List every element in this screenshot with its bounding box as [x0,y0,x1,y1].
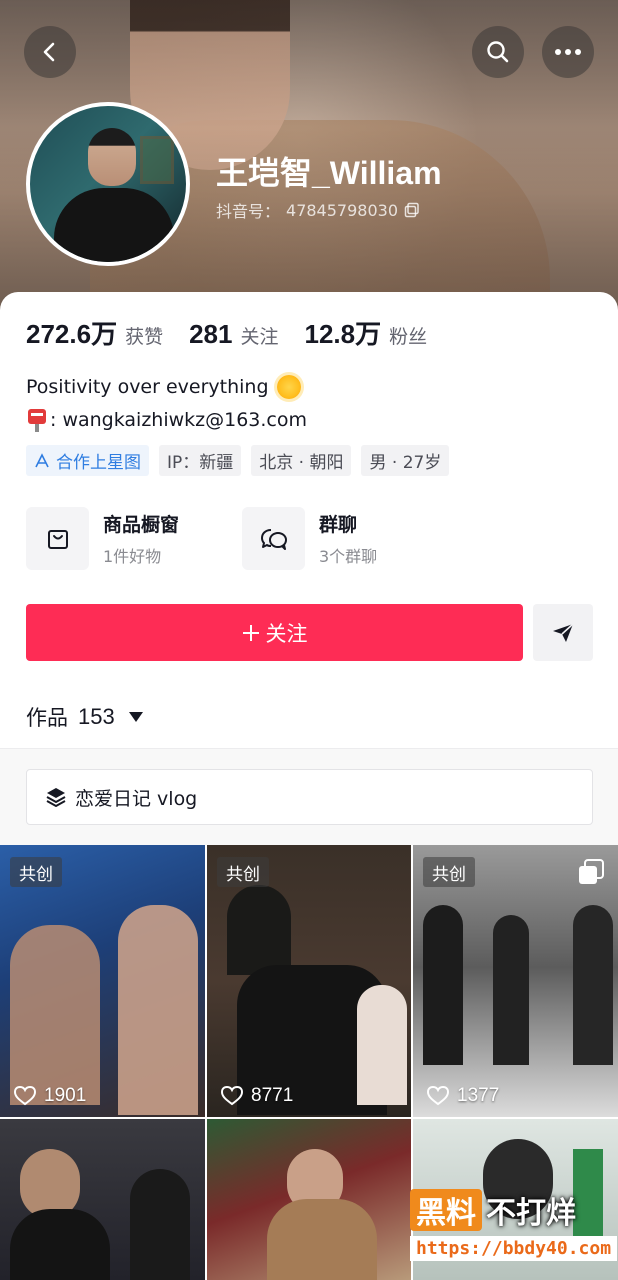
tag-star-chart[interactable]: 合作上星图 [26,445,149,476]
douyin-id-label: 抖音号： [216,202,281,221]
douyin-id-value: 47845798030 [286,200,398,220]
more-button[interactable] [542,26,594,78]
like-count-value: 8771 [251,1085,294,1106]
works-count: 153 [78,704,115,729]
search-button[interactable] [472,26,524,78]
avatar[interactable] [26,102,190,266]
collection-entry[interactable]: 恋爱日记 vlog [26,769,593,825]
video-tile[interactable] [207,1119,411,1280]
works-tab[interactable]: 作品 153 [26,702,143,732]
tag-label: 合作上星图 [56,453,141,473]
shop-window-entry[interactable]: 商品橱窗 1件好物 [26,507,216,570]
co-create-badge: 共创 [217,857,269,887]
watermark-url: https://bbdy40.com [410,1236,618,1261]
tag-label: IP：新疆 [167,453,234,473]
stat-label: 粉丝 [389,326,428,348]
bio: Positivity over everything : wangkaizhiw… [26,370,307,436]
search-icon [487,41,509,63]
douyin-id[interactable]: 抖音号： 47845798030 [216,198,420,222]
works-label: 作品 [26,706,68,730]
watermark-text: 不打烊 [486,1196,576,1231]
like-count: 8771 [221,1085,293,1107]
stat-value: 272.6万 [26,319,118,349]
video-tile[interactable]: 共创 8771 [207,845,411,1117]
profile-stats: 272.6万 获赞 281 关注 12.8万 粉丝 [26,314,427,351]
star-chart-icon [35,452,49,467]
caret-down-icon [128,712,143,722]
layers-icon [46,788,66,807]
group-chat-entry[interactable]: 群聊 3个群聊 [242,507,432,570]
tag-label: 男 · 27岁 [369,453,442,473]
more-dots-icon [555,49,581,55]
copy-icon[interactable] [404,202,420,218]
heart-icon [14,1086,36,1106]
video-tile[interactable]: 共创 1377 [413,845,618,1117]
shopping-bag-icon [47,529,68,549]
stat-label: 获赞 [125,326,164,348]
send-arrow-icon [553,622,574,642]
heart-icon [427,1086,449,1106]
postbox-emoji-icon [28,408,46,432]
like-count: 1901 [14,1085,86,1107]
tag-label: 北京 · 朝阳 [259,453,344,473]
stat-value: 281 [189,319,233,349]
follow-button[interactable]: 关注 [26,604,523,661]
stat-value: 12.8万 [304,319,382,349]
tag-location: 北京 · 朝阳 [251,445,352,476]
bio-line-1: Positivity over everything [26,375,269,398]
co-create-badge: 共创 [423,857,475,887]
feature-title: 商品橱窗 [103,514,180,536]
message-button[interactable] [533,604,593,661]
profile-banner: 王垲智_William 抖音号： 47845798030 [0,0,618,320]
feature-subtitle: 3个群聊 [319,547,378,566]
feature-subtitle: 1件好物 [103,547,162,566]
video-tile[interactable]: 共创 1901 [0,845,205,1117]
like-count: 1377 [427,1085,499,1107]
stat-likes[interactable]: 272.6万 获赞 [26,314,163,351]
like-count-value: 1901 [44,1085,87,1106]
watermark: 黑料 不打烊 https://bbdy40.com [410,1188,618,1280]
watermark-badge: 黑料 [410,1189,482,1231]
profile-name: 王垲智_William [216,155,442,191]
stat-following[interactable]: 281 关注 [189,319,278,350]
stat-followers[interactable]: 12.8万 粉丝 [305,314,428,351]
back-button[interactable] [24,26,76,78]
profile-tags: 合作上星图 IP：新疆 北京 · 朝阳 男 · 27岁 [26,445,450,476]
chat-bubbles-icon [260,528,287,550]
like-count-value: 1377 [457,1085,500,1106]
sun-emoji-icon [276,374,301,399]
multi-image-icon [579,859,604,884]
follow-label: 关注 [265,621,308,646]
stat-label: 关注 [240,326,279,348]
heart-icon [221,1086,243,1106]
feature-title: 群聊 [319,514,358,536]
co-create-badge: 共创 [10,857,62,887]
bio-line-2: : wangkaizhiwkz@163.com [50,408,308,431]
tag-ip: IP：新疆 [159,445,242,476]
tag-gender-age: 男 · 27岁 [361,445,450,476]
plus-icon [242,624,259,641]
profile-card: 272.6万 获赞 281 关注 12.8万 粉丝 Positivity ove… [0,292,618,1280]
collection-label: 恋爱日记 vlog [75,787,198,810]
chevron-left-icon [43,42,55,62]
feature-entries: 商品橱窗 1件好物 群聊 3个群聊 [26,507,432,570]
video-tile[interactable] [0,1119,205,1280]
